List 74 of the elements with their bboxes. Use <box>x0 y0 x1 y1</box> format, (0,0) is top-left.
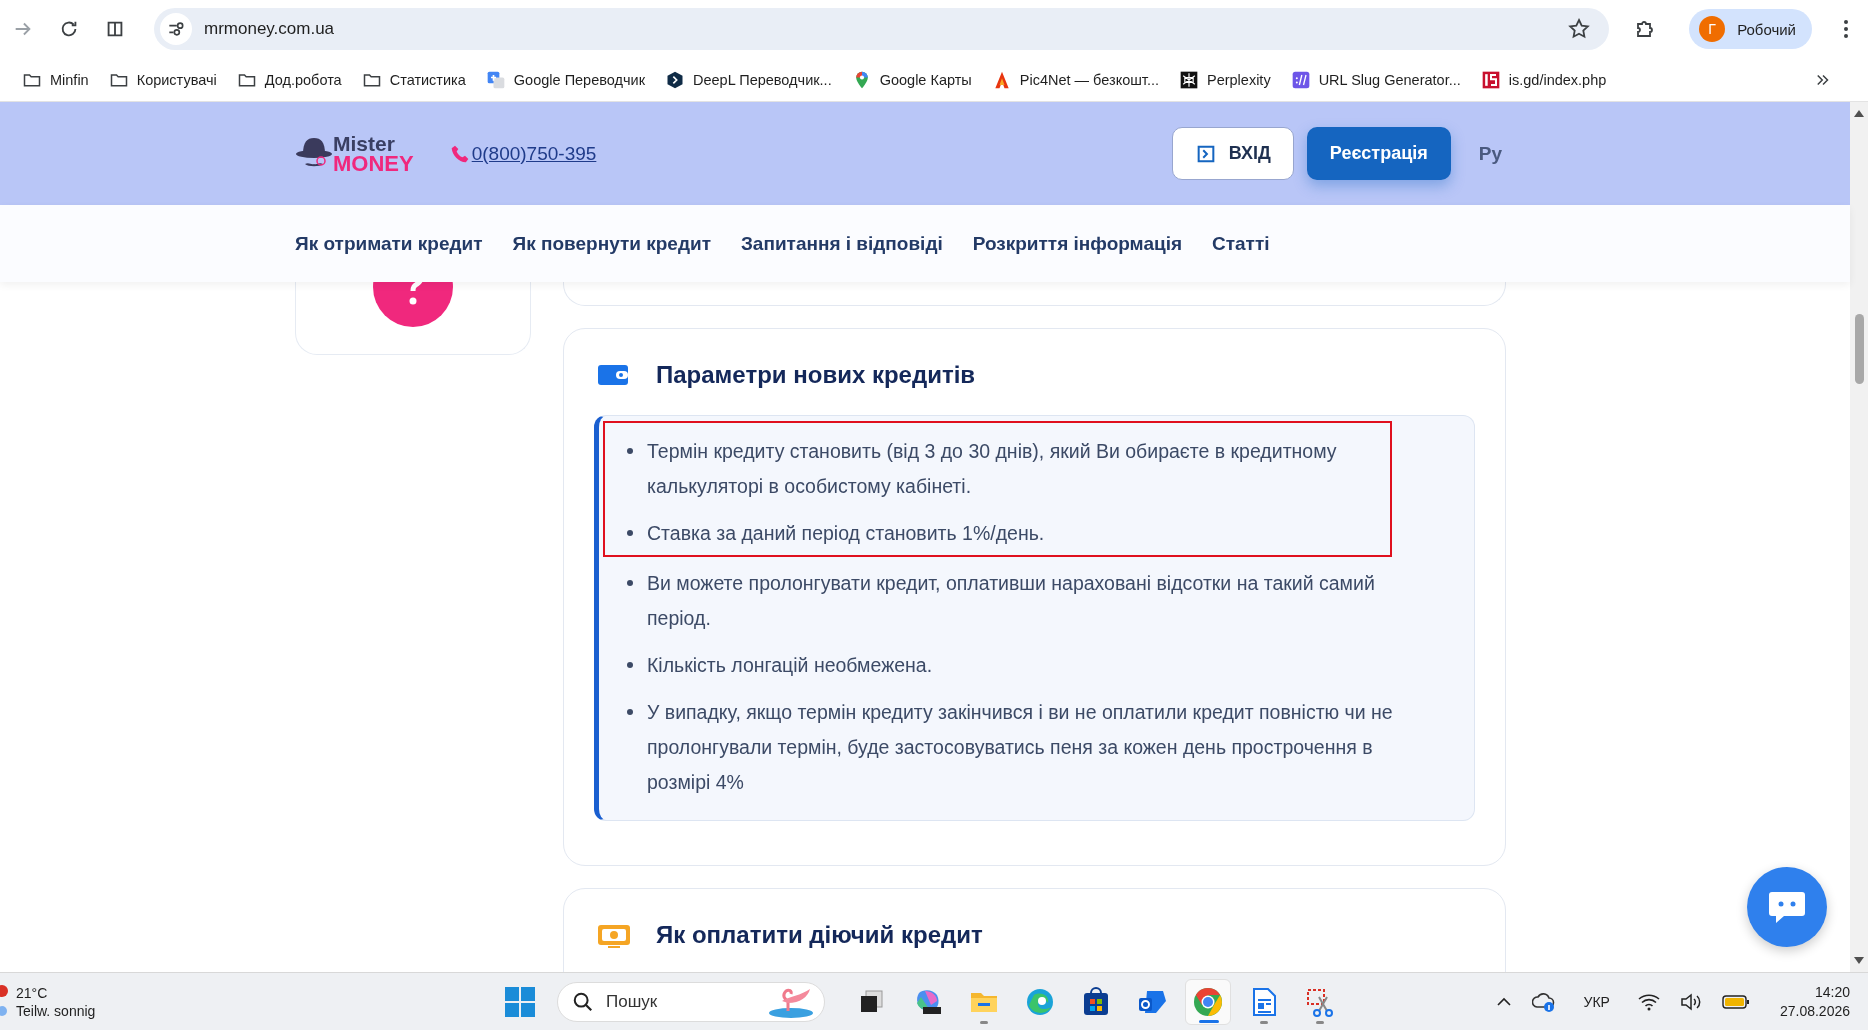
url-text: mrmoney.com.ua <box>204 19 335 39</box>
bookmark[interactable]: DeepL Переводчик... <box>665 69 832 90</box>
phone-icon <box>449 143 470 164</box>
translate-icon <box>485 69 506 90</box>
scroll-up-icon[interactable] <box>1853 108 1865 118</box>
weather-widget[interactable]: 21°C Teilw. sonnig <box>0 983 300 1020</box>
edge-icon <box>1025 986 1055 1017</box>
profile-avatar: Г <box>1699 16 1726 42</box>
chat-button[interactable] <box>1747 867 1827 947</box>
cloud-icon[interactable] <box>1531 990 1556 1013</box>
bookmark[interactable]: Дод.робота <box>236 69 342 90</box>
time-text: 14:20 <box>1814 982 1850 1002</box>
scrollbar-thumb[interactable] <box>1854 314 1864 384</box>
profile-name: Робочий <box>1737 20 1796 38</box>
payment-icon <box>598 922 630 948</box>
language-link[interactable]: Ру <box>1478 142 1502 165</box>
battery-icon[interactable] <box>1721 993 1750 1010</box>
weather-text: Teilw. sonnig <box>16 1001 96 1020</box>
bookmark[interactable]: Minfin <box>22 69 89 90</box>
nav-link[interactable]: Розкриття інформація <box>972 232 1182 255</box>
windows-icon[interactable] <box>505 986 535 1017</box>
bookmark[interactable]: Google Переводчик <box>485 69 645 90</box>
bookmark[interactable]: Користувачі <box>108 69 217 90</box>
wallet-icon <box>598 362 630 388</box>
date-text: 27.08.2026 <box>1779 1001 1850 1021</box>
nav-link[interactable]: Запитання і відповіді <box>740 232 943 255</box>
search-icon <box>572 990 594 1013</box>
star-icon[interactable] <box>1567 17 1592 41</box>
weather-icon <box>0 984 10 1019</box>
login-button[interactable]: ВХІД <box>1171 127 1294 180</box>
clock[interactable]: 14:20 27.08.2026 <box>1779 982 1850 1021</box>
section-title: Як оплатити діючий кредит <box>656 921 983 949</box>
temperature-text: 21°C <box>16 983 49 1002</box>
input-language[interactable]: УКР <box>1583 993 1610 1010</box>
bullet-icon <box>627 448 633 454</box>
store-icon <box>1081 986 1111 1017</box>
bullet-icon <box>627 530 633 536</box>
bookmark[interactable]: is.gd/index.php <box>1480 69 1607 90</box>
volume-icon[interactable] <box>1679 992 1702 1011</box>
profile-button[interactable]: Г Робочий <box>1689 9 1812 49</box>
bullet-icon <box>627 662 633 668</box>
chat-icon <box>1768 890 1806 924</box>
phone-link[interactable]: 0(800)750-395 <box>449 142 597 165</box>
chrome-icon <box>1193 986 1223 1017</box>
list-item-text: Ставка за даний період становить 1%/день. <box>647 521 1045 546</box>
list-item-text: Термін кредиту становить (від 3 до 30 днів), який Ви обираєте в кредитному калькуляторі в особистому кабінеті. <box>647 439 1338 499</box>
list-item-text: Ви можете пролонгувати кредит, оплативши нараховані відсотки на такий самий період. <box>647 571 1376 631</box>
nav-link[interactable]: Статті <box>1212 232 1270 255</box>
bookmark[interactable]: Pic4Net — безкошт... <box>991 69 1159 90</box>
section-title: Параметри нових кредитів <box>656 361 976 389</box>
site-settings-icon[interactable] <box>166 19 186 39</box>
snipping-icon <box>1305 986 1335 1017</box>
bullet-icon <box>627 580 633 586</box>
address-bar[interactable]: mrmoney.com.ua <box>154 8 1610 50</box>
slash-icon <box>1290 69 1311 90</box>
scroll-down-icon[interactable] <box>1853 956 1865 966</box>
nav-link[interactable]: Як повернути кредит <box>512 232 711 255</box>
search-field[interactable]: Пошук <box>557 981 825 1022</box>
bullet-icon <box>627 709 633 715</box>
list-item-text: У випадку, якщо термін кредиту закінчився і ви не оплатили кредит повністю чи не пролонгували термін, буде застосовуватись пеня за кожен день прострочення в розмірі 4% <box>647 700 1394 795</box>
site-logo[interactable]: Mister MONEY <box>295 133 414 174</box>
bookmark[interactable]: URL Slug Generator... <box>1290 69 1461 90</box>
wifi-icon[interactable] <box>1637 992 1660 1011</box>
square-icon <box>1480 69 1501 90</box>
search-input[interactable]: Пошук <box>604 990 758 1013</box>
bookmark[interactable]: Perplexity <box>1178 69 1271 90</box>
hexagon-icon <box>665 69 685 90</box>
scrollbar[interactable] <box>1850 102 1868 972</box>
nav-link[interactable]: Як отримати кредит <box>295 232 483 255</box>
register-button[interactable]: Реєстрація <box>1306 127 1451 180</box>
list-item-text: Кількість лонгацій необмежена. <box>647 653 933 678</box>
asterisk-icon <box>1178 69 1199 90</box>
bookmark[interactable]: Google Карты <box>851 69 972 90</box>
bookmark[interactable]: Статистика <box>361 69 466 90</box>
